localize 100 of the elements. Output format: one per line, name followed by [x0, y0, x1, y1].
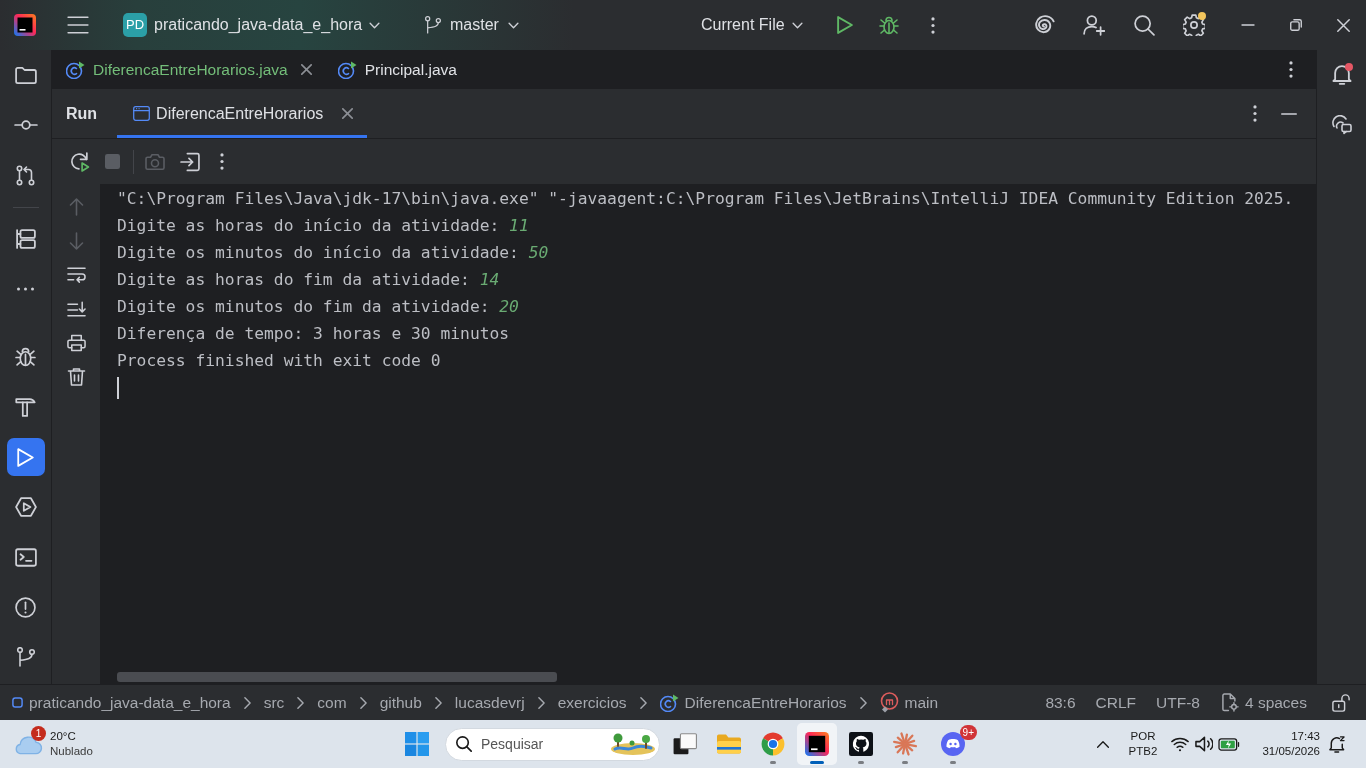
search-bar[interactable]: Pesquisar [445, 727, 660, 761]
chevron-down-icon [791, 21, 803, 29]
breadcrumb-item[interactable]: main [879, 690, 939, 715]
typed-text: 11 [509, 215, 529, 237]
trash-icon[interactable] [66, 368, 86, 386]
clock[interactable]: 17:43 31/05/2026 [1250, 729, 1322, 759]
chevron-right-icon [859, 696, 867, 709]
sparkle-icon [893, 732, 917, 756]
close-icon[interactable] [1337, 18, 1350, 32]
spiral-icon[interactable] [1033, 14, 1055, 36]
class-icon [66, 60, 85, 79]
play-icon [17, 447, 34, 467]
method-icon [879, 692, 899, 713]
settings-icon[interactable] [1183, 14, 1205, 36]
breadcrumb-item[interactable]: lucasdevrj [454, 690, 525, 715]
search-field[interactable]: Pesquisar [481, 734, 601, 754]
tab-label: DiferencaEntreHorarios.java [93, 59, 288, 80]
panel-title: Run [66, 103, 98, 124]
class-icon [337, 60, 357, 79]
search-icon [456, 736, 472, 752]
more-icon [16, 287, 35, 291]
run-configuration-selector[interactable]: Current File [692, 8, 818, 42]
controller-face-icon [941, 732, 965, 756]
chevron-down-icon [369, 21, 381, 29]
hammer-icon [15, 397, 36, 417]
editor-tab[interactable]: DiferencaEntreHorarios.java [58, 50, 330, 89]
typed-text: 50 [528, 242, 549, 264]
add-user-icon[interactable] [1083, 14, 1105, 36]
breadcrumb-item[interactable]: github [379, 690, 422, 715]
tab-label: Principal.java [364, 59, 457, 80]
breadcrumb-item[interactable]: com [317, 690, 347, 715]
exclamation-circle-icon [15, 596, 36, 618]
project-selector[interactable]: PD praticando_java-data_e_hora [117, 8, 402, 42]
structure-icon [15, 229, 36, 249]
notification-bell-icon[interactable] [1329, 735, 1345, 753]
file-encoding[interactable]: UTF-8 [1156, 690, 1200, 715]
bell-icon[interactable] [1331, 65, 1352, 85]
editor-tab[interactable]: Principal.java [329, 50, 471, 89]
menu-icon[interactable] [67, 16, 89, 34]
enter-arrow-icon[interactable] [180, 151, 200, 172]
console-output: "C:\Program Files\Java\jdk-17\bin\java.exe" "-javaagent:C:\Program Files\JetBrains\IntelliJ IDEA Community Edition 2025. [117, 188, 1294, 210]
console-output: Digite as horas do início da atividade: [117, 215, 500, 237]
bug-icon[interactable] [879, 15, 899, 35]
breadcrumb-item[interactable]: src [263, 690, 285, 715]
close-icon[interactable] [342, 108, 354, 119]
rerun-icon[interactable] [70, 151, 90, 172]
notification-badge: 1 [31, 726, 46, 741]
soft-wrap-icon[interactable] [66, 266, 86, 284]
project-badge: PD [123, 13, 147, 37]
more-icon[interactable] [931, 16, 935, 34]
chevron-right-icon [434, 696, 442, 709]
minimize-icon[interactable] [1281, 112, 1297, 115]
branch-selector[interactable]: master [417, 8, 527, 42]
tool-window-button[interactable] [6, 438, 45, 476]
unlocked-icon[interactable] [1332, 693, 1350, 712]
speaker-icon[interactable] [1195, 736, 1213, 752]
breadcrumb-item[interactable]: DiferencaEntreHorarios [659, 690, 847, 715]
chat-bubbles-icon[interactable] [1331, 115, 1352, 135]
line-separator[interactable]: CRLF [1095, 690, 1137, 715]
chevron-up-icon[interactable] [1097, 740, 1109, 748]
hexagon-play-icon [14, 497, 37, 517]
wifi-icon[interactable] [1171, 736, 1189, 752]
branch-icon [16, 647, 35, 667]
ide-logo-icon [805, 732, 829, 756]
weather-condition-text: Nublado [50, 744, 93, 759]
console-output: Process finished with exit code 0 [117, 350, 441, 372]
scroll-to-end-icon[interactable] [66, 300, 86, 318]
play-icon[interactable] [837, 16, 853, 34]
folder-icon [717, 732, 741, 756]
console-output: Digite as horas do fim da atividade: [117, 269, 470, 291]
console-window-icon [133, 106, 151, 121]
breadcrumb-item[interactable]: exercicios [557, 690, 627, 715]
tricolor-circle-icon [761, 732, 785, 756]
notification-badge: 9+ [959, 725, 977, 740]
chevron-right-icon [639, 696, 647, 709]
battery-charging-icon[interactable] [1218, 737, 1240, 751]
console-output: Diferença de tempo: 3 horas e 30 minutos [117, 323, 510, 345]
taskbar-app-button[interactable] [797, 723, 837, 765]
typed-text: 14 [479, 269, 500, 291]
printer-icon[interactable] [66, 334, 86, 352]
chevron-right-icon [243, 696, 251, 709]
weather-widget[interactable]: 1 20°C Nublado [14, 724, 114, 764]
temperature-text: 20°C [50, 729, 76, 744]
input-language-button[interactable]: POR PTB2 [1121, 729, 1165, 759]
more-icon[interactable] [1253, 105, 1257, 122]
more-icon[interactable] [220, 153, 224, 170]
branch-icon [425, 16, 441, 34]
bug-icon [15, 347, 36, 367]
app-logo-icon[interactable] [14, 14, 36, 36]
chevron-right-icon [297, 696, 305, 709]
close-icon[interactable] [300, 64, 312, 75]
search-icon[interactable] [1133, 14, 1155, 36]
more-icon[interactable] [1289, 61, 1293, 78]
horizontal-scrollbar[interactable] [117, 672, 557, 682]
cursor-position[interactable]: 83:6 [1045, 690, 1076, 715]
breadcrumb-item[interactable]: praticando_java-data_e_hora [12, 690, 231, 715]
restore-icon[interactable] [1290, 19, 1302, 31]
folder-icon [14, 65, 37, 85]
indent-setting[interactable]: 4 spaces [1221, 690, 1307, 715]
pull-request-icon [16, 164, 35, 186]
